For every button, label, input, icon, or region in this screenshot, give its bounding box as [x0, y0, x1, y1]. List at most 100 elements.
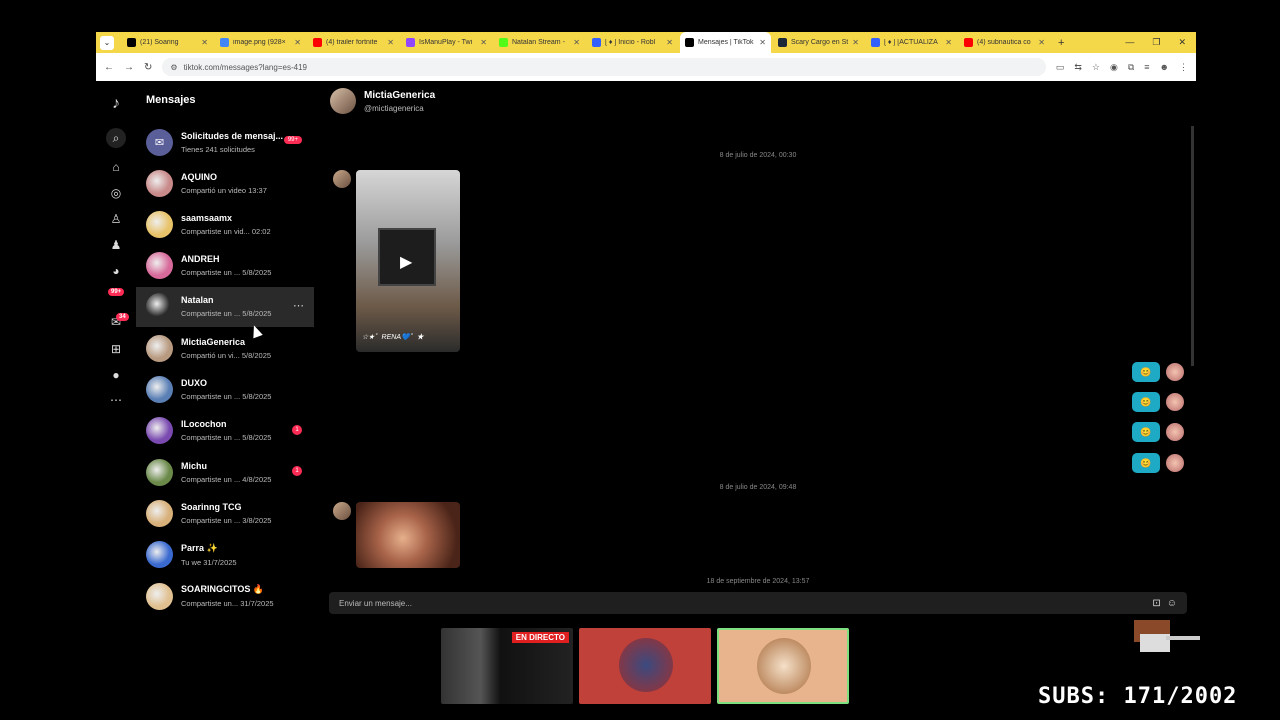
extension-icon[interactable]: ◉ — [1110, 62, 1118, 73]
translate-icon[interactable]: ⇆ — [1074, 62, 1082, 73]
conversation-item[interactable]: Michu Compartiste un ... 4/8/2025 1 — [136, 452, 314, 492]
browser-tab[interactable]: (4) trailer fortnite ✕ — [308, 32, 399, 53]
conversation-item[interactable]: Soarinng TCG Compartiste un ... 3/8/2025 — [136, 493, 314, 533]
cast-icon[interactable]: ▭ — [1056, 62, 1065, 73]
home-icon[interactable]: ⌂ — [106, 157, 126, 177]
conversation-item[interactable]: saamsaamx Compartiste un vid... 02:02 — [136, 204, 314, 244]
search-icon[interactable]: ⌕ — [106, 128, 126, 148]
chat-scrollbar[interactable] — [1191, 126, 1194, 366]
scene-thumbnail[interactable]: EN DIRECTO — [441, 628, 573, 704]
browser-tab[interactable]: image.png (928× ✕ — [215, 32, 306, 53]
shared-image-message[interactable] — [356, 502, 460, 568]
tab-close-icon[interactable]: ✕ — [1038, 38, 1045, 47]
browser-tab[interactable]: Scary Cargo en St ✕ — [773, 32, 864, 53]
conversation-item[interactable]: SOARINGCITOS 🔥 Compartiste un... 31/7/202… — [136, 576, 314, 616]
sent-message[interactable]: 😊 — [1132, 453, 1184, 473]
menu-icon[interactable]: ⋮ — [1179, 62, 1188, 73]
conversation-item[interactable]: Parra ✨ Tu we 31/7/2025 — [136, 535, 314, 575]
tab-close-icon[interactable]: ✕ — [945, 38, 952, 47]
tab-close-icon[interactable]: ✕ — [759, 38, 766, 47]
play-icon[interactable]: ▶ — [400, 252, 412, 272]
browser-tab[interactable]: [ ♦ ] [ACTUALIZA ✕ — [866, 32, 957, 53]
avatar[interactable] — [330, 88, 356, 114]
tab-search-icon[interactable]: ⌄ — [100, 35, 114, 50]
avatar — [146, 458, 173, 486]
message-requests[interactable]: ✉ Solicitudes de mensaj... Tienes 241 so… — [136, 122, 314, 162]
avatar — [146, 210, 173, 238]
browser-tab[interactable]: Natalan Stream - ✕ — [494, 32, 585, 53]
shared-video-message[interactable]: ▶ ☆★゜RENA💙゜★ — [356, 170, 460, 352]
image-upload-icon[interactable]: ⊡ — [1152, 598, 1160, 609]
sent-message[interactable]: 😊 — [1132, 362, 1184, 382]
tab-close-icon[interactable]: ✕ — [387, 38, 394, 47]
profile-avatar-icon[interactable]: ● — [106, 365, 126, 385]
browser-tab[interactable]: Mensajes | TikTok ✕ — [680, 32, 771, 53]
message-input[interactable]: Enviar un mensaje... ⊡ ☺ — [329, 592, 1187, 614]
tab-title: (21) Soaring — [140, 39, 179, 46]
reload-icon[interactable]: ↻ — [144, 62, 152, 73]
pixel-art-character — [1120, 612, 1200, 656]
more-options-icon[interactable]: ⋯ — [293, 299, 304, 312]
following-icon[interactable]: ♙ — [106, 209, 126, 229]
browser-tab[interactable]: IsManuPlay - Twi ✕ — [401, 32, 492, 53]
conversation-preview: Compartiste un ... 3/8/2025 — [181, 515, 272, 525]
avatar — [333, 170, 351, 188]
sent-message[interactable]: 😊 — [1132, 392, 1184, 412]
conversation-preview: Compartiste un ... 5/8/2025 — [181, 392, 272, 401]
conversation-item[interactable]: ILocochon Compartiste un ... 5/8/2025 1 — [136, 411, 314, 451]
back-icon[interactable]: ← — [104, 62, 114, 73]
bookmark-star-icon[interactable]: ☆ — [1092, 62, 1100, 73]
browser-tab[interactable]: (4) subnautica co ✕ — [959, 32, 1050, 53]
conversation-item[interactable]: DUXO Compartiste un ... 5/8/2025 — [136, 370, 314, 410]
tab-close-icon[interactable]: ✕ — [201, 38, 208, 47]
tab-close-icon[interactable]: ✕ — [852, 38, 859, 47]
browser-tab[interactable]: (21) Soaring ✕ — [122, 32, 213, 53]
scene-thumbnail[interactable] — [579, 628, 711, 704]
sent-message[interactable]: 😊 — [1132, 422, 1184, 442]
tab-favicon-icon — [964, 38, 973, 47]
puzzle-icon[interactable]: ⧉ — [1128, 62, 1134, 73]
friends-icon[interactable]: ♟ — [106, 235, 126, 255]
maximize-icon[interactable]: ❐ — [1152, 37, 1160, 48]
forward-icon[interactable]: → — [124, 62, 134, 73]
close-window-icon[interactable]: ✕ — [1178, 37, 1186, 48]
browser-tab[interactable]: [ ♦ ] Inicio - Robl ✕ — [587, 32, 678, 53]
emoji-icon[interactable]: ☺ — [1167, 598, 1177, 609]
url-field[interactable]: ⚙ tiktok.com/messages?lang=es-419 — [162, 58, 1046, 76]
tab-bar: ⌄ (21) Soaring ✕ image.png (928× ✕ (4) trail… — [96, 32, 1196, 53]
avatar — [146, 169, 173, 197]
conversation-item[interactable]: Natalan Compartiste un ... 5/8/2025 ⋯ — [136, 286, 314, 327]
conversation-name: SOARINGCITOS 🔥 — [181, 584, 265, 594]
chat-contact-name[interactable]: MictiaGenerica — [364, 90, 435, 101]
conversation-item[interactable]: MictiaGenerica Compartió un vi... 5/8/202… — [136, 328, 314, 368]
live-icon[interactable]: ◕ — [106, 261, 126, 281]
chat-header[interactable]: MictiaGenerica @mictiagenerica — [330, 88, 435, 114]
explore-icon[interactable]: ◎ — [106, 183, 126, 203]
conversation-name: Parra ✨ — [181, 542, 218, 553]
requests-icon: ✉ — [146, 128, 173, 156]
tab-favicon-icon — [499, 38, 508, 47]
chat-contact-handle: @mictiagenerica — [364, 103, 424, 113]
tiktok-logo-icon[interactable]: ♪ — [106, 94, 126, 114]
stream-scene-thumbnails: EN DIRECTO — [441, 628, 849, 704]
subs-counter: SUBS: 171/2002 — [1038, 684, 1238, 709]
profile-icon[interactable]: ☻ — [1160, 62, 1169, 73]
tab-close-icon[interactable]: ✕ — [294, 38, 301, 47]
tab-favicon-icon — [313, 38, 322, 47]
tab-close-icon[interactable]: ✕ — [666, 38, 673, 47]
new-tab-button[interactable]: + — [1052, 37, 1070, 49]
upload-icon[interactable]: ⊞ — [106, 339, 126, 359]
conversation-item[interactable]: ANDREH Compartiste un ... 5/8/2025 — [136, 246, 314, 286]
media-icon[interactable]: ≡ — [1144, 62, 1149, 73]
scene-thumbnail[interactable] — [717, 628, 849, 704]
conversation-name: AQUINO — [181, 171, 217, 182]
minimize-icon[interactable]: — — [1125, 37, 1134, 48]
conversation-item[interactable]: AQUINO Compartió un video 13:37 — [136, 163, 314, 203]
live-badge: EN DIRECTO — [511, 632, 569, 643]
tab-close-icon[interactable]: ✕ — [480, 38, 487, 47]
tab-close-icon[interactable]: ✕ — [573, 38, 580, 47]
more-icon[interactable]: ⋯ — [106, 390, 126, 410]
conversation-name: MictiaGenerica — [181, 336, 246, 347]
site-info-icon[interactable]: ⚙ — [170, 63, 177, 72]
conversation-preview: Compartiste un ... 5/8/2025 — [181, 268, 272, 278]
